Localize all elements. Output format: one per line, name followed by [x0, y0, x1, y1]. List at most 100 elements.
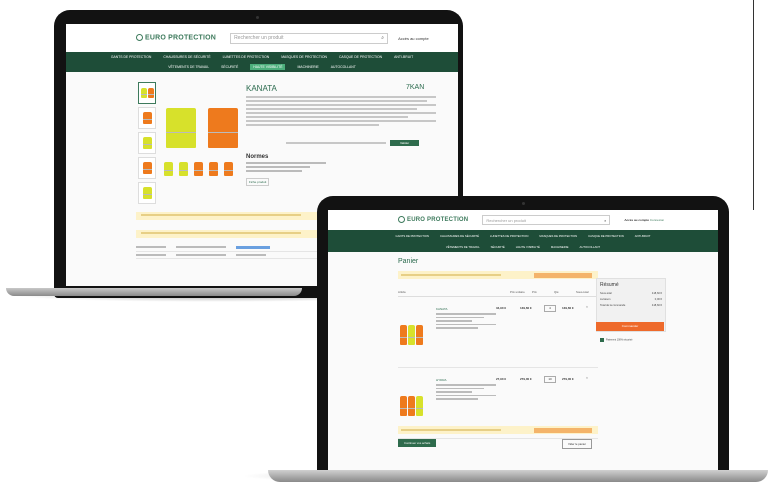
confirm-button[interactable]: Valider	[390, 140, 420, 146]
quantity-input[interactable]: 4	[544, 305, 556, 312]
nav-item[interactable]: VÊTEMENTS DE TRAVAIL	[168, 65, 209, 69]
datasheet-button[interactable]: Fiche produit	[246, 178, 270, 186]
nav-item[interactable]: SÉCURITÉ	[491, 245, 505, 249]
product-thumbnails	[138, 82, 158, 207]
banner-cta[interactable]	[534, 272, 592, 278]
configurator-row: Valider	[286, 140, 420, 146]
price: 139,60 €	[520, 306, 532, 310]
site-logo[interactable]: EURO PROTECTION	[136, 34, 217, 42]
variant-image[interactable]	[209, 162, 218, 176]
subtotal: 139,60 €	[562, 306, 574, 310]
nav-item[interactable]: AUTOCOLLANT	[579, 245, 600, 249]
product-variants	[164, 162, 248, 176]
unit-price: 34,90 €	[496, 306, 507, 310]
nav-item[interactable]: CASQUE DE PROTECTION	[339, 55, 382, 59]
banner-cta[interactable]	[534, 427, 592, 433]
nav-item[interactable]: CHAUSSURES DE SÉCURITÉ	[163, 55, 210, 59]
column-header: Qté	[554, 290, 559, 294]
main-nav: GANTS DE PROTECTION CHAUSSURES DE SÉCURI…	[328, 230, 718, 252]
laptop-base-front	[268, 470, 768, 482]
subtotal: 279,00 €	[562, 377, 574, 381]
search-icon[interactable]: ⌕	[381, 35, 384, 41]
frame-edge	[753, 0, 754, 210]
column-header: Sous-total	[576, 290, 589, 294]
nav-row-1: GANTS DE PROTECTION CHAUSSURES DE SÉCURI…	[328, 230, 718, 241]
nav-item[interactable]: ANTI-BRUIT	[635, 234, 651, 238]
nav-item[interactable]: SÉCURITÉ	[221, 65, 238, 69]
nav-item[interactable]: LUNETTES DE PROTECTION	[490, 234, 528, 238]
summary-row: Sous-total 418,60 €	[600, 292, 662, 295]
norms-list	[246, 162, 326, 174]
site-logo[interactable]: EURO PROTECTION	[398, 216, 469, 224]
thumbnail[interactable]	[138, 157, 156, 179]
empty-cart-button[interactable]: Vider le panier	[562, 439, 592, 449]
search-input[interactable]: Rechercher un produit ⌕	[482, 215, 611, 225]
summary-label: Total de la commande	[600, 304, 626, 307]
logo-text: EURO PROTECTION	[407, 217, 469, 224]
column-header: Article	[398, 290, 406, 294]
thumbnail[interactable]	[138, 107, 156, 129]
nav-item[interactable]: CASQUE DE PROTECTION	[588, 234, 624, 238]
secure-text: Paiement 100% sécurisé	[606, 338, 633, 342]
cart-item-name[interactable]: HYDRA	[436, 378, 447, 382]
nav-item[interactable]: AUTOCOLLANT	[331, 65, 356, 69]
nav-item[interactable]: MASQUES DE PROTECTION	[539, 234, 577, 238]
product-reference: 7KAN	[406, 84, 425, 91]
variant-image[interactable]	[164, 162, 173, 176]
logo-mark-icon	[136, 34, 143, 42]
nav-item[interactable]: MASQUES DE PROTECTION	[281, 55, 327, 59]
remove-icon[interactable]: ×	[586, 305, 588, 309]
summary-value: 418,60 €	[651, 292, 662, 295]
nav-item[interactable]: ANTI-BRUIT	[394, 55, 413, 59]
summary-row: Livraison 0,00 €	[600, 298, 662, 301]
nav-item[interactable]: LUNETTES DE PROTECTION	[223, 55, 270, 59]
marketing-scene: EURO PROTECTION Rechercher un produit ⌕ …	[0, 0, 769, 482]
variant-image[interactable]	[179, 162, 188, 176]
nav-item[interactable]: MACHINERIE	[551, 245, 569, 249]
cart-page-screen: EURO PROTECTION Rechercher un produit ⌕ …	[328, 210, 718, 470]
cart-item-name[interactable]: KANATA	[436, 307, 448, 311]
notice-banner	[398, 426, 598, 434]
thumbnail[interactable]	[138, 82, 156, 104]
notice-banner	[398, 271, 598, 279]
nav-item[interactable]: VÊTEMENTS DE TRAVAIL	[446, 245, 480, 249]
logo-mark-icon	[398, 216, 405, 224]
summary-value: 418,60 €	[651, 304, 662, 307]
norms-heading: Normes	[246, 154, 269, 160]
webcam-icon	[256, 16, 259, 19]
column-header: Prix	[532, 290, 537, 294]
search-icon[interactable]: ⌕	[604, 218, 606, 223]
jacket-orange-image	[208, 108, 238, 148]
secure-payment-note: Paiement 100% sécurisé	[600, 338, 660, 342]
variant-image[interactable]	[194, 162, 203, 176]
cart-table: Article Prix unitaire Prix Qté Sous-tota…	[398, 290, 598, 439]
remove-icon[interactable]: ×	[586, 376, 588, 380]
product-main-image	[164, 102, 248, 162]
cart-item-details	[436, 384, 496, 402]
nav-item[interactable]: GANTS DE PROTECTION	[396, 234, 429, 238]
column-header: Prix unitaire	[510, 290, 525, 294]
thumbnail[interactable]	[138, 182, 156, 204]
account-link[interactable]: Accès au compte Connexion	[624, 218, 664, 222]
nav-item[interactable]: HAUTE VISIBILITÉ	[516, 245, 540, 249]
variant-image[interactable]	[224, 162, 233, 176]
site-header: EURO PROTECTION Rechercher un produit ⌕ …	[328, 210, 718, 230]
nav-item[interactable]: GANTS DE PROTECTION	[111, 55, 152, 59]
search-input[interactable]: Rechercher un produit ⌕	[230, 32, 389, 44]
unit-price: 27,90 €	[496, 377, 507, 381]
nav-item[interactable]: CHAUSSURES DE SÉCURITÉ	[440, 234, 479, 238]
nav-item[interactable]: MACHINERIE	[297, 65, 318, 69]
cart-item-image	[400, 390, 430, 416]
account-link[interactable]: Accès au compte	[398, 36, 429, 41]
logo-text: EURO PROTECTION	[145, 34, 217, 42]
checkout-button[interactable]: Commander	[596, 322, 664, 331]
main-nav: GANTS DE PROTECTION CHAUSSURES DE SÉCURI…	[66, 52, 458, 72]
site-header: EURO PROTECTION Rechercher un produit ⌕ …	[66, 24, 458, 52]
nav-item-active[interactable]: HAUTE VISIBILITÉ	[250, 64, 286, 70]
summary-label: Livraison	[600, 298, 611, 301]
nav-row-1: GANTS DE PROTECTION CHAUSSURES DE SÉCURI…	[66, 52, 458, 62]
continue-shopping-button[interactable]: Continuer vos achats	[398, 439, 437, 447]
thumbnail[interactable]	[138, 132, 156, 154]
quantity-input[interactable]: 10	[544, 376, 556, 383]
login-link[interactable]: Connexion	[650, 218, 664, 222]
